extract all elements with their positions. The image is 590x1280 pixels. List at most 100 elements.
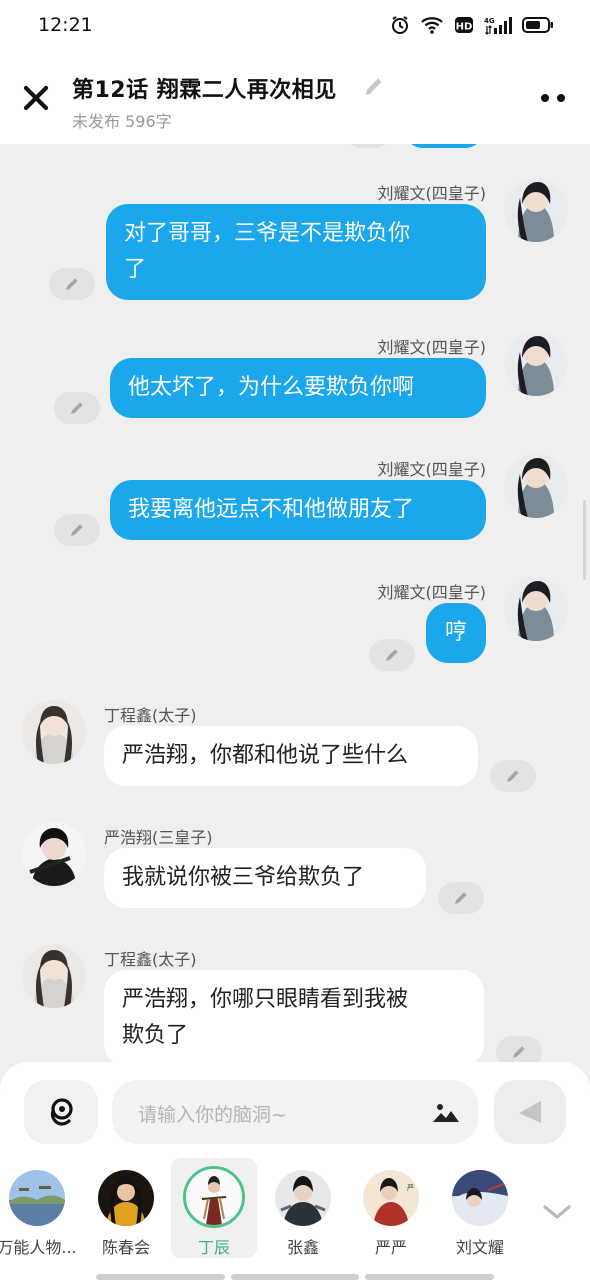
message-line: 严浩翔，你哪只眼睛看到我被 (122, 987, 409, 1012)
message-bubble[interactable]: 严浩翔，你都和他说了些什么 (104, 726, 478, 786)
character-label: 张鑫 (286, 1238, 319, 1257)
pencil-icon (66, 278, 78, 290)
send-icon (519, 1101, 541, 1123)
status-bar: 12:21 HD 4G (0, 0, 590, 52)
sender-name: 严浩翔(三皇子) (104, 828, 213, 847)
pencil-icon (455, 892, 467, 904)
chapter-status: 未发布 596字 (72, 112, 172, 131)
sender-name: 刘耀文(四皇子) (377, 338, 487, 357)
pencil-icon (71, 524, 83, 536)
avatar-liuyaowen[interactable] (504, 332, 568, 396)
message-line: 对了哥哥，三爷是不是欺负你 (124, 221, 411, 246)
pencil-icon (71, 402, 83, 414)
sender-name: 刘耀文(四皇子) (377, 184, 487, 203)
character-avatar (275, 1170, 331, 1226)
insert-image-button[interactable] (432, 1100, 460, 1124)
close-button[interactable] (20, 82, 52, 114)
message-line: 他太坏了，为什么要欺负你啊 (128, 375, 415, 400)
character-item[interactable]: 张鑫 (260, 1158, 346, 1258)
sender-name: 丁程鑫(太子) (104, 950, 197, 969)
sender-name: 刘耀文(四皇子) (377, 583, 487, 602)
character-selector: 万能人物... 陈春会 丁辰 张鑫 严 严严 刘文耀 (0, 1158, 590, 1262)
svg-text:严: 严 (407, 1184, 414, 1192)
character-label: 陈春会 (101, 1238, 150, 1257)
avatar-yanhaoxiang[interactable] (22, 822, 86, 886)
compose-panel: 请输入你的脑洞~ 万能人物... 陈春会 丁辰 张鑫 严 严严 刘文耀 (0, 1062, 590, 1280)
message-bubble[interactable]: 他太坏了，为什么要欺负你啊 (110, 358, 486, 418)
character-label: 万能人物... (0, 1238, 77, 1257)
pencil-icon (507, 770, 519, 782)
edit-message-button[interactable] (54, 514, 100, 546)
svg-text:4G: 4G (484, 17, 495, 25)
edit-message-button[interactable] (496, 1036, 542, 1062)
message-bubble[interactable]: 我就说你被三爷给欺负了 (104, 848, 426, 908)
edit-title-button[interactable] (362, 74, 386, 98)
indicator-segment (365, 1274, 495, 1280)
character-avatar (183, 1166, 245, 1228)
avatar-liuyaowen[interactable] (504, 577, 568, 641)
indicator-segment (96, 1274, 225, 1280)
avatar-liuyaowen[interactable] (504, 454, 568, 518)
edit-message-button[interactable] (54, 392, 100, 424)
edit-message-button[interactable] (49, 268, 95, 300)
character-item[interactable]: 刘文耀 (437, 1158, 523, 1258)
more-icon-dot (541, 94, 549, 102)
expand-characters-button[interactable] (542, 1202, 572, 1222)
input-placeholder: 请输入你的脑洞~ (138, 1104, 287, 1126)
message-bubble[interactable]: 对了哥哥，三爷是不是欺负你 了 (106, 204, 486, 300)
status-icons: HD 4G (390, 14, 554, 36)
character-avatar (9, 1170, 65, 1226)
home-indicator (96, 1274, 495, 1280)
avatar-dingchengxin[interactable] (22, 700, 86, 764)
previous-bubble-fragment (406, 144, 482, 148)
avatar-liuyaowen[interactable] (504, 178, 568, 242)
message-line: 我就说你被三爷给欺负了 (122, 865, 365, 890)
indicator-segment (230, 1274, 360, 1280)
svg-text:HD: HD (456, 22, 473, 33)
more-button[interactable] (536, 88, 570, 108)
sender-name: 刘耀文(四皇子) (377, 460, 487, 479)
story-input[interactable]: 请输入你的脑洞~ (112, 1080, 478, 1144)
character-item[interactable]: 万能人物... (0, 1158, 80, 1258)
brainstorm-button[interactable] (24, 1080, 98, 1144)
more-icon-dot (557, 94, 565, 102)
character-label: 刘文耀 (455, 1238, 504, 1257)
chapter-header: 第12话 翔霖二人再次相见 未发布 596字 (0, 52, 590, 144)
send-button[interactable] (494, 1080, 566, 1144)
pencil-icon (365, 78, 382, 95)
close-icon (23, 85, 49, 111)
message-line: 哼 (444, 620, 467, 645)
status-time: 12:21 (38, 14, 93, 36)
edit-message-button[interactable] (438, 882, 484, 914)
character-label: 丁辰 (197, 1238, 230, 1257)
previous-edit-fragment (348, 144, 388, 148)
edit-message-button[interactable] (490, 760, 536, 792)
message-line: 严浩翔，你都和他说了些什么 (122, 743, 409, 768)
character-item-selected[interactable]: 丁辰 (171, 1158, 257, 1258)
pencil-icon (386, 649, 398, 661)
chat-area[interactable]: 刘耀文(四皇子) 对了哥哥，三爷是不是欺负你 了 刘耀文(四皇子) 他太坏了，为… (0, 144, 590, 1062)
chapter-title[interactable]: 第12话 翔霖二人再次相见 (72, 72, 337, 104)
image-icon (433, 1104, 459, 1122)
character-avatar (98, 1170, 154, 1226)
character-avatar (452, 1170, 508, 1226)
alarm-icon (390, 14, 410, 36)
edit-message-button[interactable] (369, 639, 415, 671)
chat-scrollbar[interactable] (583, 500, 586, 580)
message-line: 欺负了 (122, 1023, 189, 1048)
chevron-down-icon (543, 1205, 571, 1219)
message-line: 了 (124, 257, 147, 282)
sender-name: 丁程鑫(太子) (104, 706, 197, 725)
character-label: 严严 (374, 1238, 407, 1257)
message-bubble[interactable]: 哼 (426, 603, 486, 663)
message-line: 我要离他远点不和他做朋友了 (128, 497, 415, 522)
wifi-icon (420, 14, 444, 36)
message-bubble[interactable]: 我要离他远点不和他做朋友了 (110, 480, 486, 540)
character-item[interactable]: 陈春会 (83, 1158, 169, 1258)
hd-icon: HD (454, 14, 474, 36)
message-bubble[interactable]: 严浩翔，你哪只眼睛看到我被 欺负了 (104, 970, 484, 1062)
avatar-dingchengxin[interactable] (22, 944, 86, 1008)
character-item[interactable]: 严 严严 (348, 1158, 434, 1258)
brain-icon (50, 1098, 73, 1126)
battery-icon (522, 14, 554, 36)
